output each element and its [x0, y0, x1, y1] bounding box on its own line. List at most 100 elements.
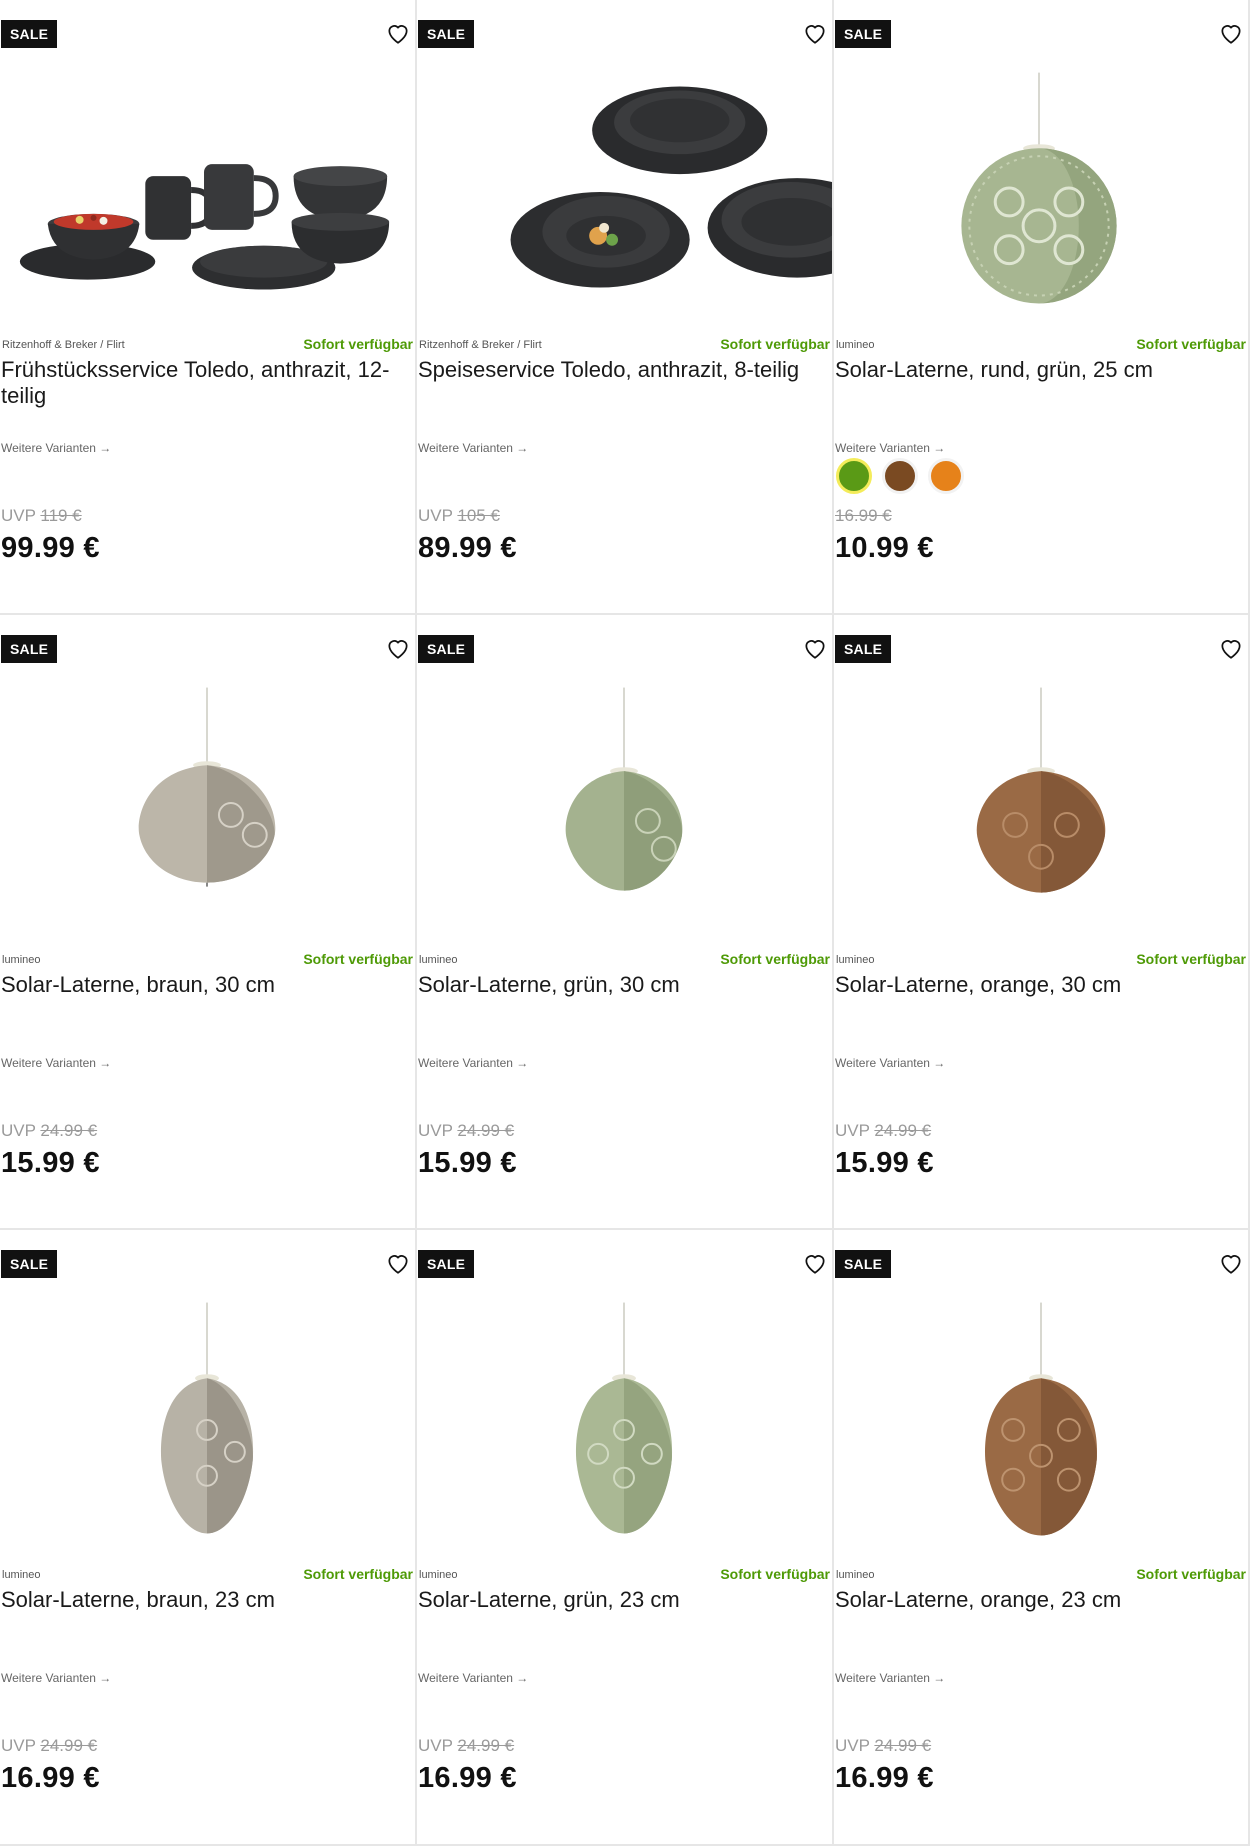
favorite-heart-icon[interactable] [385, 1250, 411, 1276]
availability-label: Sofort verfügbar [303, 1566, 413, 1582]
more-variants-link[interactable]: Weitere Varianten → [418, 1671, 528, 1685]
old-price: 16.99 € [835, 506, 892, 525]
brand-label: lumineo [2, 954, 41, 966]
uvp-label: UVP [418, 1121, 453, 1140]
more-variants-link[interactable]: Weitere Varianten → [418, 1056, 528, 1070]
product-title[interactable]: Speiseservice Toledo, anthrazit, 8-teili… [418, 357, 810, 383]
product-card[interactable]: SALE lumineo Sofort verfügbar Solar-Late… [834, 1230, 1250, 1846]
uvp-label: UVP [835, 1121, 870, 1140]
uvp-price: UVP 24.99 € [418, 1121, 514, 1141]
uvp-label: UVP [1, 506, 36, 525]
availability-label: Sofort verfügbar [720, 336, 830, 352]
swatch-brown[interactable] [882, 458, 918, 494]
favorite-heart-icon[interactable] [1218, 635, 1244, 661]
more-variants-link[interactable]: Weitere Varianten → [835, 1056, 945, 1070]
uvp-label: UVP [418, 506, 453, 525]
favorite-heart-icon[interactable] [802, 635, 828, 661]
availability-label: Sofort verfügbar [720, 1566, 830, 1582]
product-title[interactable]: Solar-Laterne, braun, 23 cm [1, 1587, 393, 1613]
more-variants-link[interactable]: Weitere Varianten → [1, 441, 111, 455]
availability-label: Sofort verfügbar [720, 951, 830, 967]
product-image-lantern-23-green[interactable] [417, 1280, 832, 1565]
uvp-label: UVP [1, 1121, 36, 1140]
swatch-orange[interactable] [928, 458, 964, 494]
product-title[interactable]: Solar-Laterne, grün, 30 cm [418, 972, 810, 998]
product-title[interactable]: Solar-Laterne, orange, 23 cm [835, 1587, 1226, 1613]
favorite-heart-icon[interactable] [385, 20, 411, 46]
uvp-price: UVP 119 € [1, 506, 82, 526]
uvp-price: UVP 24.99 € [1, 1736, 97, 1756]
product-card[interactable]: SALE lumineo Sofort verfügbar Solar-Late… [834, 615, 1250, 1230]
brand-label: lumineo [2, 1569, 41, 1581]
product-image-lantern-23-brown[interactable] [0, 1280, 415, 1565]
more-variants-link[interactable]: Weitere Varianten → [835, 441, 945, 455]
current-price: 89.99 € [418, 532, 517, 564]
current-price: 16.99 € [1, 1762, 100, 1794]
sale-badge: SALE [418, 1250, 475, 1278]
uvp-price: UVP 24.99 € [418, 1736, 514, 1756]
sale-badge: SALE [418, 635, 475, 663]
product-title[interactable]: Solar-Laterne, orange, 30 cm [835, 972, 1226, 998]
uvp-price: 16.99 € [835, 506, 892, 526]
sale-badge: SALE [418, 20, 475, 48]
uvp-price: UVP 105 € [418, 506, 500, 526]
old-price: 24.99 € [457, 1736, 515, 1755]
current-price: 99.99 € [1, 532, 100, 564]
product-title[interactable]: Frühstücksservice Toledo, anthrazit, 12-… [1, 357, 393, 409]
availability-label: Sofort verfügbar [303, 336, 413, 352]
product-grid: SALE Ritzenhoff & Breker / Flirt Sofort … [0, 0, 1250, 1846]
product-image-dinner-set[interactable] [417, 50, 832, 335]
product-image-breakfast-set[interactable] [0, 50, 415, 335]
sale-badge: SALE [835, 1250, 892, 1278]
swatch-green[interactable] [836, 458, 872, 494]
more-variants-link[interactable]: Weitere Varianten → [835, 1671, 945, 1685]
current-price: 16.99 € [418, 1762, 517, 1794]
favorite-heart-icon[interactable] [1218, 1250, 1244, 1276]
uvp-label: UVP [1, 1736, 36, 1755]
product-card[interactable]: SALE lumineo Sofort verfügbar Solar-Late… [417, 1230, 834, 1846]
brand-label: lumineo [419, 954, 458, 966]
product-title[interactable]: Solar-Laterne, grün, 23 cm [418, 1587, 810, 1613]
old-price: 24.99 € [40, 1121, 98, 1140]
brand-label: lumineo [836, 954, 875, 966]
brand-label: Ritzenhoff & Breker / Flirt [2, 339, 125, 351]
product-image-lantern-round-green[interactable] [834, 50, 1248, 335]
availability-label: Sofort verfügbar [1136, 951, 1246, 967]
old-price: 24.99 € [457, 1121, 515, 1140]
more-variants-link[interactable]: Weitere Varianten → [1, 1671, 111, 1685]
sale-badge: SALE [1, 635, 58, 663]
sale-badge: SALE [1, 1250, 58, 1278]
product-card[interactable]: SALE lumineo Sofort verfügbar Solar-Late… [834, 0, 1250, 615]
old-price: 24.99 € [874, 1736, 932, 1755]
current-price: 15.99 € [418, 1147, 517, 1179]
favorite-heart-icon[interactable] [385, 635, 411, 661]
favorite-heart-icon[interactable] [802, 20, 828, 46]
uvp-price: UVP 24.99 € [1, 1121, 97, 1141]
product-card[interactable]: SALE lumineo Sofort verfügbar Solar-Late… [0, 615, 417, 1230]
uvp-label: UVP [835, 1736, 870, 1755]
product-card[interactable]: SALE lumineo Sofort verfügbar Solar-Late… [417, 615, 834, 1230]
product-image-lantern-30-orange[interactable] [834, 665, 1248, 950]
old-price: 105 € [457, 506, 500, 525]
current-price: 15.99 € [1, 1147, 100, 1179]
color-swatches [836, 458, 964, 494]
brand-label: lumineo [836, 339, 875, 351]
sale-badge: SALE [1, 20, 58, 48]
more-variants-link[interactable]: Weitere Varianten → [418, 441, 528, 455]
product-title[interactable]: Solar-Laterne, rund, grün, 25 cm [835, 357, 1226, 383]
product-image-lantern-30-brown[interactable] [0, 665, 415, 950]
product-image-lantern-23-orange[interactable] [834, 1280, 1248, 1565]
product-card[interactable]: SALE lumineo Sofort verfügbar Solar-Late… [0, 1230, 417, 1846]
more-variants-link[interactable]: Weitere Varianten → [1, 1056, 111, 1070]
favorite-heart-icon[interactable] [802, 1250, 828, 1276]
favorite-heart-icon[interactable] [1218, 20, 1244, 46]
uvp-price: UVP 24.99 € [835, 1121, 931, 1141]
product-card[interactable]: SALE Ritzenhoff & Breker / Flirt Sofort … [417, 0, 834, 615]
current-price: 16.99 € [835, 1762, 934, 1794]
product-card[interactable]: SALE Ritzenhoff & Breker / Flirt Sofort … [0, 0, 417, 615]
product-image-lantern-30-green[interactable] [417, 665, 832, 950]
brand-label: lumineo [419, 1569, 458, 1581]
product-title[interactable]: Solar-Laterne, braun, 30 cm [1, 972, 393, 998]
uvp-label: UVP [418, 1736, 453, 1755]
current-price: 15.99 € [835, 1147, 934, 1179]
